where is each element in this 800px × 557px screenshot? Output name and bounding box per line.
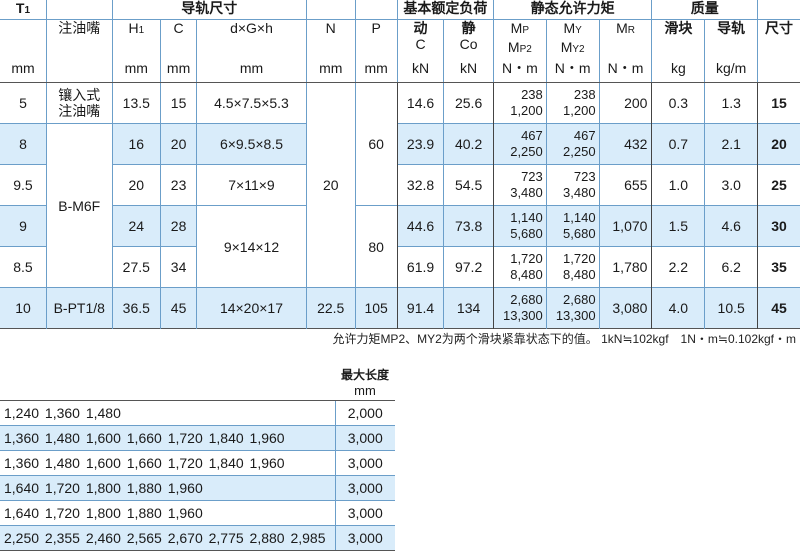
table-row: 1,640 1,720 1,800 1,880 1,960 3,000	[0, 500, 395, 526]
col-nozzle-header	[45, 0, 112, 20]
table-row: 8 B-M6F 16 20 6×9.5×8.5 23.9 40.2 467 2,2…	[0, 123, 800, 288]
MY-header: MY MY2	[545, 19, 600, 60]
dynamic-load-header: 动C	[396, 19, 444, 60]
table-row: 1,240 1,360 1,480 2,000	[0, 400, 395, 426]
rail-mass-header: 导轨	[704, 19, 758, 60]
C-header: C	[160, 19, 197, 60]
P-cell: 60	[354, 82, 398, 206]
table-row: 8.5 27.5 34 61.9 97.2 1,720 8,480 1,720 8,…	[0, 246, 800, 288]
col-T1-header: T1	[0, 0, 47, 20]
table-row: 9.5 20 23 7×11×9 32.8 54.5 723 3,480 723 3…	[0, 164, 800, 206]
table-row: 2,250 2,355 2,460 2,565 2,670 2,775 2,88…	[0, 525, 395, 551]
N-header: N	[305, 19, 356, 60]
static-load-header: 静 Co	[443, 19, 494, 60]
dGh-cell: 9×14×12	[196, 205, 307, 288]
nozzle-cell: B-M6F	[45, 123, 112, 288]
table-row: 1,640 1,720 1,800 1,880 1,960 3,000	[0, 475, 395, 501]
nozzle-cell: 镶入式 注油嘴	[45, 82, 112, 124]
size-header: 尺寸	[757, 19, 800, 60]
N-cell: 20	[305, 82, 356, 288]
MP-header: MP MP2	[492, 19, 547, 60]
max-length-header: 最大长度 mm	[335, 362, 395, 401]
rail-length-table: 最大长度 mm 1,240 1,360 1,480 2,000 1,360 1,4…	[0, 362, 395, 551]
table-row: 1,360 1,480 1,600 1,660 1,720 1,840 1,96…	[0, 450, 395, 476]
nozzle-cell: B-PT1/8	[45, 287, 112, 329]
table-row: 1,360 1,480 1,600 1,660 1,720 1,840 1,96…	[0, 425, 395, 451]
group-load-header: 基本额定负荷	[396, 0, 494, 20]
footnote: 允许力矩MP2、MY2为两个滑块紧靠状态下的值。 1kN≒102kgf 1N・m…	[332, 332, 796, 346]
nozzle-header: 注油嘴	[45, 19, 112, 60]
table-row: 5 镶入式 注油嘴 13.5 15 4.5×7.5×5.3 20 60 14.6…	[0, 82, 800, 288]
spec-table: T1 导轨尺寸 基本额定负荷 静态允许力矩 质量 注油嘴 H1 C d×G×h …	[0, 0, 800, 329]
dGh-header: d×G×h	[196, 19, 307, 60]
P-cell: 80	[354, 205, 398, 288]
H1-header: H1	[111, 19, 161, 60]
table-row: 10 B-PT1/8 36.5 45 14×20×17 22.5 105 91.…	[0, 287, 800, 329]
block-mass-header: 滑块	[651, 19, 705, 60]
table-row: 9 24 28 9×14×12 80 44.6 73.8 1,140 5,680 …	[0, 205, 800, 288]
MR-header: MR	[598, 19, 652, 60]
group-rail-header: 导轨尺寸	[111, 0, 307, 20]
P-header: P	[354, 19, 398, 60]
group-mass-header: 质量	[651, 0, 758, 20]
group-moment-header: 静态允许力矩	[492, 0, 652, 20]
